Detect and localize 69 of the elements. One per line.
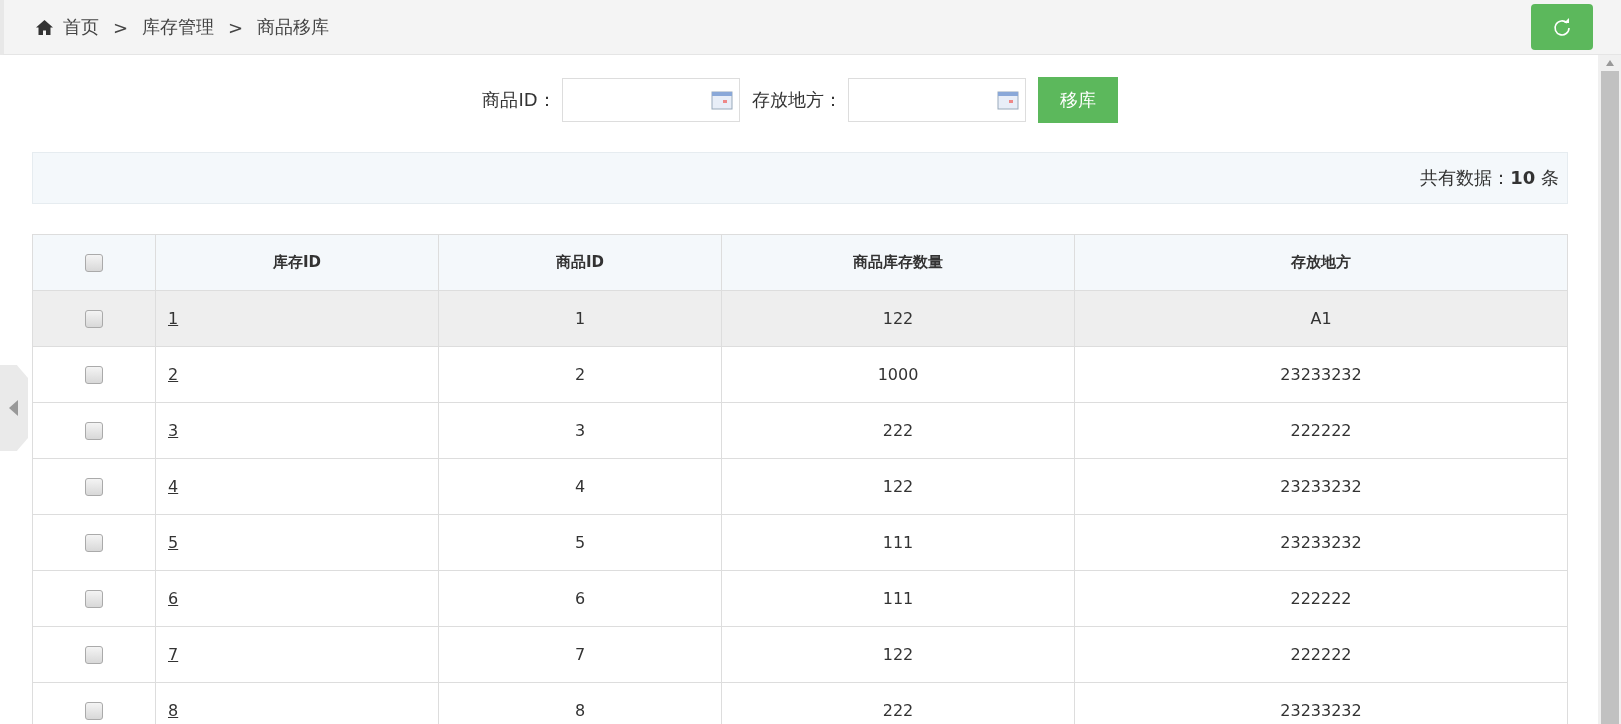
record-count-text: 共有数据：10 条 [1420,166,1559,190]
checkbox[interactable] [85,534,103,553]
table-cell: 222 [721,402,1075,459]
table-row[interactable]: 8 8 222 23233232 [32,682,1568,724]
table-cell: 5 [438,514,722,571]
table-cell: 111 [721,514,1075,571]
checkbox[interactable] [85,702,103,721]
table-row[interactable]: 3 3 222 222222 [32,402,1568,459]
date-input-field[interactable] [561,78,740,122]
column-header: 商品ID [438,234,722,291]
stock-id-link[interactable]: 3 [168,421,179,440]
checkbox[interactable] [85,310,103,329]
table-cell: 1 [438,290,722,347]
table-cell: 3 [438,402,722,459]
stock-id-link[interactable]: 6 [168,589,179,608]
refresh-icon [1552,17,1572,37]
table-cell: 7 [438,626,722,683]
breadcrumb-separator: > [228,16,244,38]
table-cell: 222222 [1074,626,1568,683]
stock-id-link[interactable]: 5 [168,533,179,552]
table-cell: 1000 [721,346,1075,403]
calendar-icon[interactable] [710,90,733,110]
breadcrumb-link[interactable]: 首页 [63,15,99,39]
table-cell: 222222 [1074,570,1568,627]
checkbox[interactable] [85,422,103,441]
table-row[interactable]: 4 4 122 23233232 [32,458,1568,515]
breadcrumb-link[interactable]: 商品移库 [257,15,330,39]
column-header: 库存ID [155,234,439,291]
home-icon [36,19,53,35]
table-row[interactable]: 7 7 122 222222 [32,626,1568,683]
table-cell: 23233232 [1074,514,1568,571]
stock-id-link[interactable]: 7 [168,645,179,664]
table-cell: 23233232 [1074,458,1568,515]
table-cell: 2 [438,346,722,403]
table-cell: 6 [438,570,722,627]
table-cell: 4 [438,458,722,515]
checkbox[interactable] [85,366,103,385]
table-row[interactable]: 6 6 111 222222 [32,570,1568,627]
table-cell: 23233232 [1074,346,1568,403]
checkbox[interactable] [85,590,103,609]
checkbox[interactable] [85,646,103,665]
table-cell: A1 [1074,290,1568,347]
breadcrumb-link[interactable]: 库存管理 [142,15,215,39]
table-row[interactable]: 5 5 111 23233232 [32,514,1568,571]
scrollbar[interactable] [1598,55,1621,724]
refresh-button[interactable] [1531,4,1593,50]
stock-id-link[interactable]: 1 [168,309,179,328]
table-cell: 122 [721,458,1075,515]
stock-id-link[interactable]: 2 [168,365,179,384]
table-cell: 122 [721,290,1075,347]
stock-id-link[interactable]: 8 [168,701,179,720]
table-cell: 122 [721,626,1075,683]
table-row[interactable]: 2 2 1000 23233232 [32,346,1568,403]
checkbox[interactable] [85,253,103,272]
field-label: 存放地方： [751,88,842,112]
table-cell: 111 [721,570,1075,627]
column-header: 商品库存数量 [721,234,1075,291]
breadcrumb-separator: > [113,16,129,38]
checkbox[interactable] [85,478,103,497]
table-cell: 222222 [1074,402,1568,459]
left-arrow-icon [9,400,19,416]
sidebar-toggle[interactable] [0,365,28,451]
date-input-field[interactable] [847,78,1026,122]
column-header: 存放地方 [1074,234,1568,291]
field-label: 商品ID： [482,88,556,112]
table-row[interactable]: 1 1 122 A1 [32,290,1568,347]
calendar-icon[interactable] [996,90,1019,110]
stock-id-link[interactable]: 4 [168,477,179,496]
up-arrow-icon[interactable] [1604,59,1615,67]
